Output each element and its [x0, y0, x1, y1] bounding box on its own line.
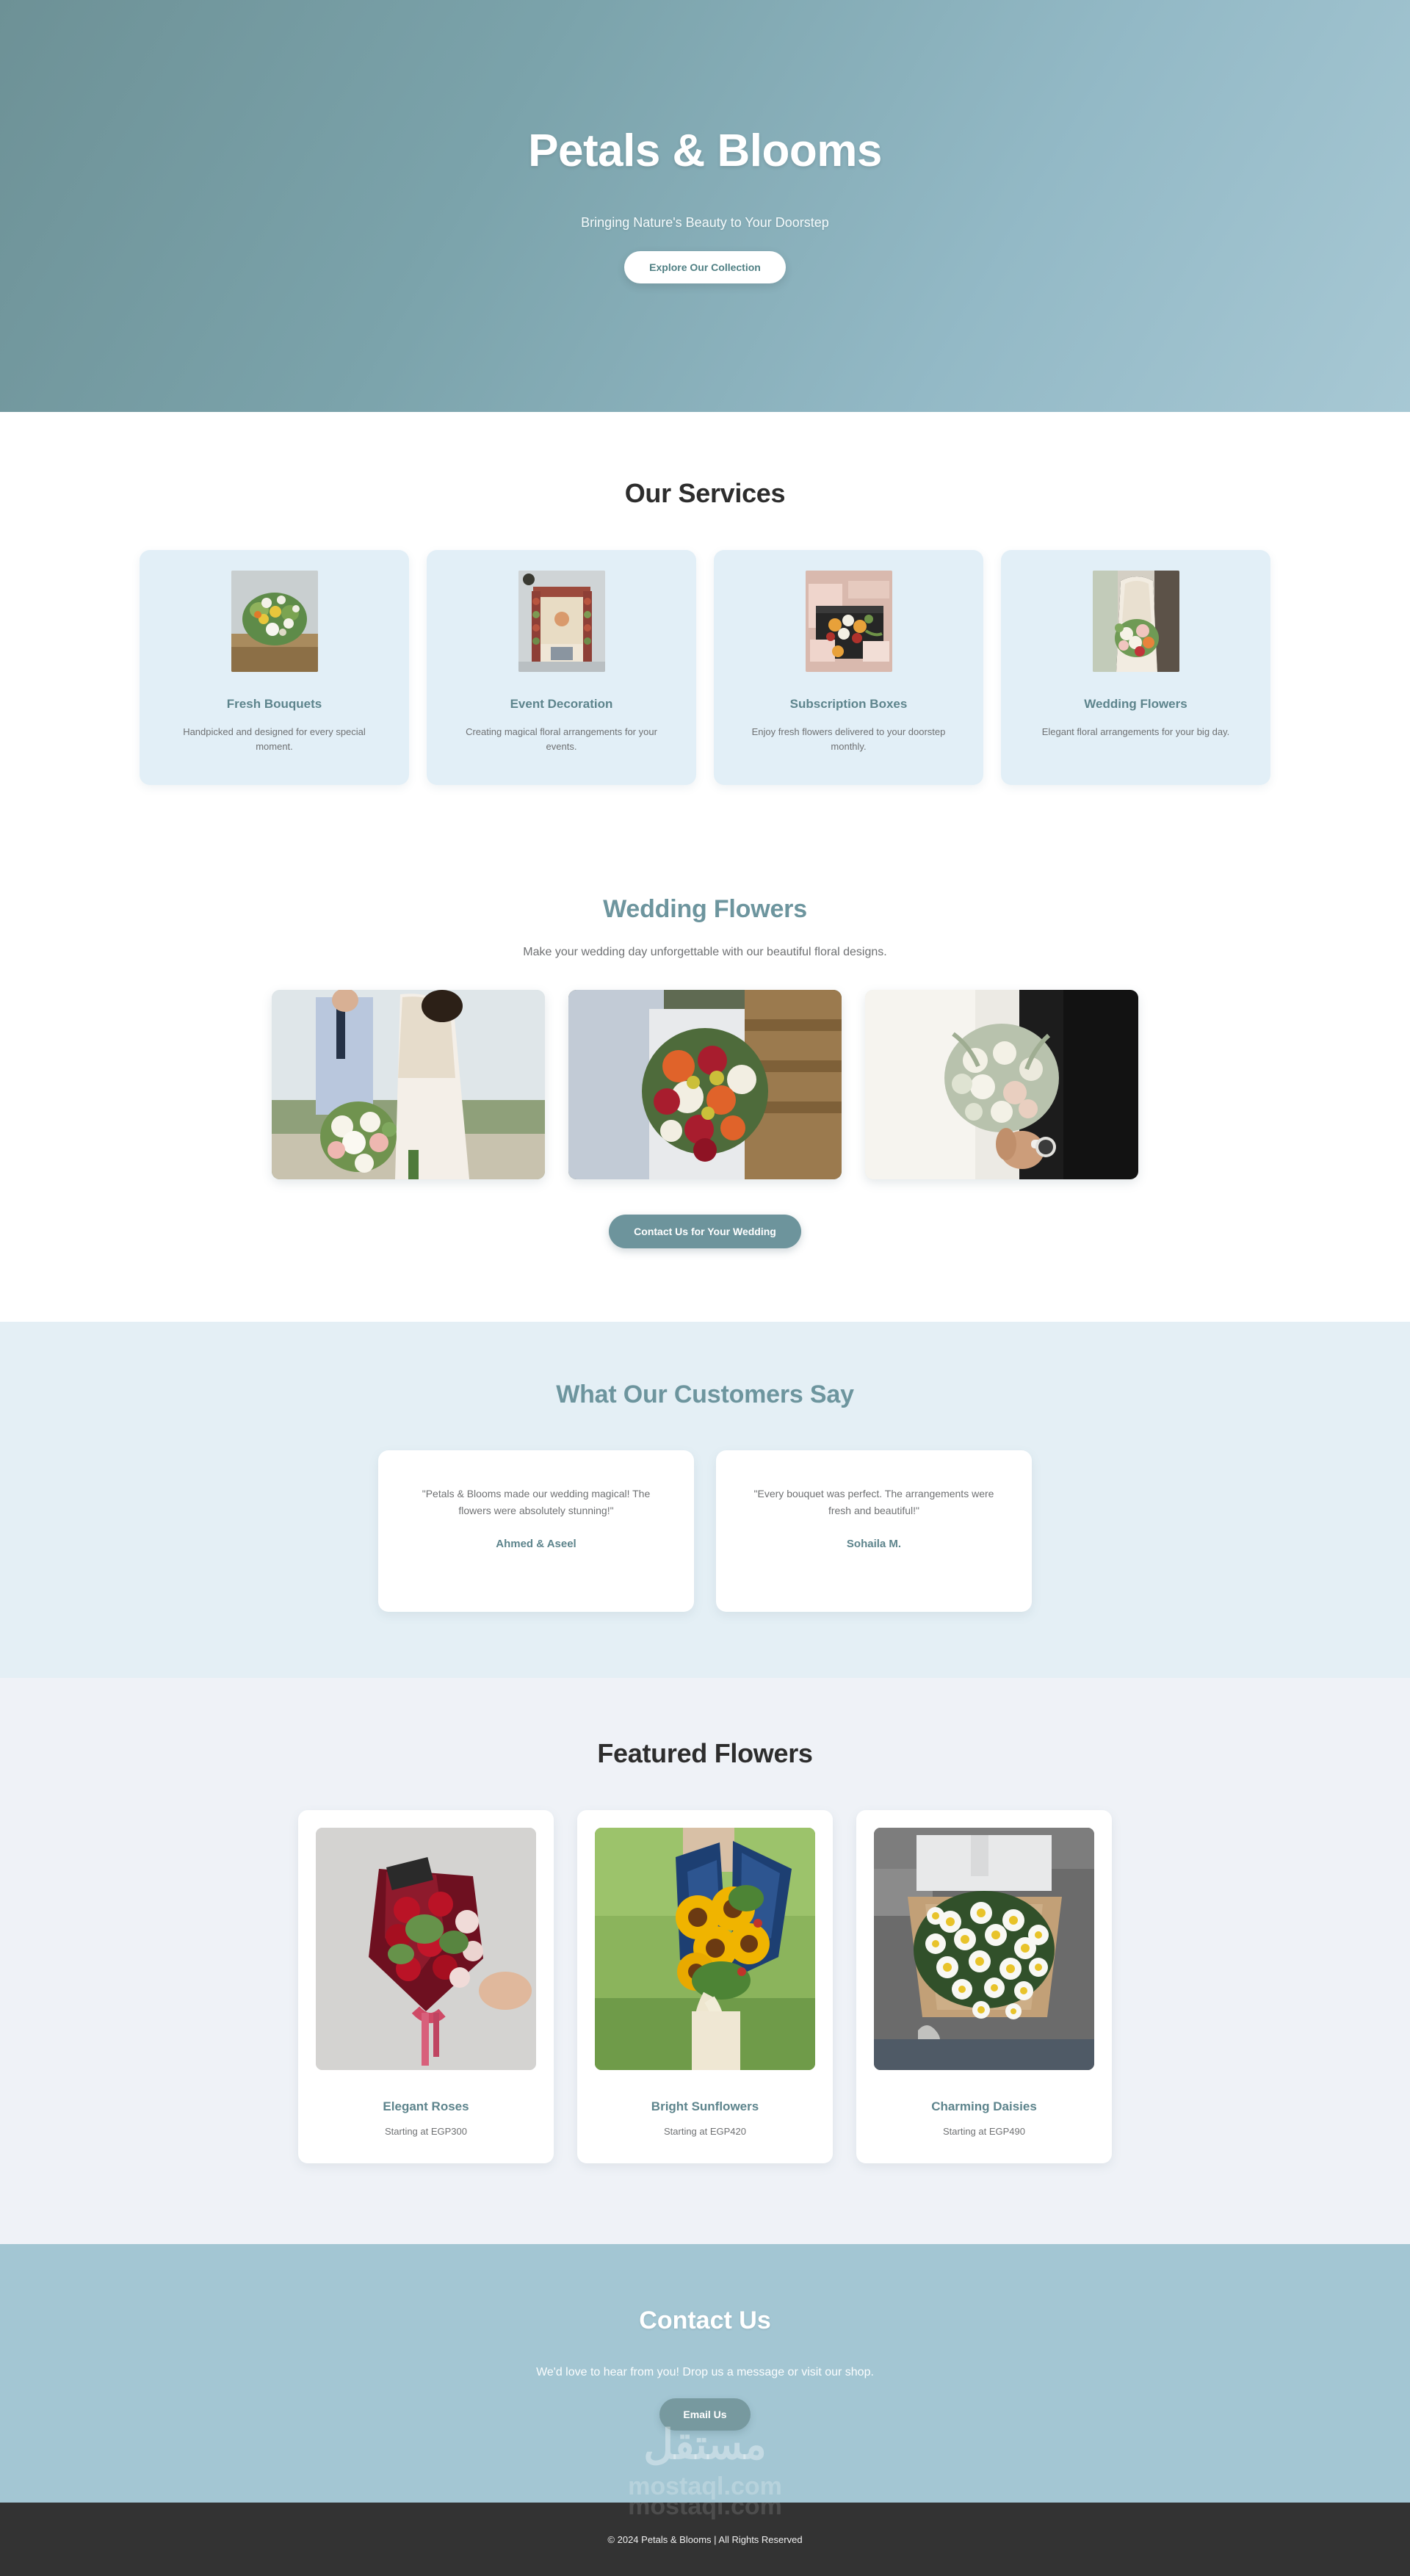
- services-section: Our Services Fresh Bouquets Handpicked a…: [0, 412, 1410, 873]
- services-grid: Fresh Bouquets Handpicked and designed f…: [140, 550, 1270, 785]
- wedding-gallery-image-2[interactable]: [568, 990, 842, 1179]
- featured-name: Elegant Roses: [383, 2099, 469, 2113]
- email-us-button[interactable]: Email Us: [659, 2398, 751, 2431]
- featured-name: Charming Daisies: [931, 2099, 1037, 2113]
- featured-grid: Elegant Roses Starting at EGP300 Bright …: [264, 1810, 1146, 2163]
- service-image-event-decoration: [518, 571, 605, 672]
- testimonials-section: What Our Customers Say "Petals & Blooms …: [0, 1322, 1410, 1678]
- service-name: Subscription Boxes: [789, 697, 908, 711]
- watermark-latin-text: mostaql.com: [628, 2472, 782, 2500]
- testimonial-quote: "Every bouquet was perfect. The arrangem…: [753, 1488, 994, 1516]
- featured-card-elegant-roses[interactable]: Elegant Roses Starting at EGP300: [298, 1810, 554, 2163]
- testimonial-quote: "Petals & Blooms made our wedding magica…: [422, 1488, 651, 1516]
- testimonial-author: Sohaila M.: [846, 1538, 902, 1551]
- services-heading: Our Services: [624, 478, 786, 508]
- wedding-section: Wedding Flowers Make your wedding day un…: [0, 873, 1410, 1322]
- service-card-fresh-bouquets[interactable]: Fresh Bouquets Handpicked and designed f…: [140, 550, 409, 785]
- service-image-fresh-bouquets: [231, 571, 318, 672]
- featured-image-bright-sunflowers: [595, 1828, 815, 2070]
- testimonial-card: "Petals & Blooms made our wedding magica…: [378, 1450, 694, 1612]
- contact-heading: Contact Us: [639, 2307, 771, 2334]
- wedding-subtitle: Make your wedding day unforgettable with…: [523, 946, 887, 958]
- featured-image-charming-daisies: [874, 1828, 1094, 2070]
- featured-price: Starting at EGP300: [384, 2126, 467, 2137]
- service-description: Enjoy fresh flowers delivered to your do…: [751, 726, 946, 753]
- featured-heading: Featured Flowers: [597, 1738, 813, 1768]
- service-name: Wedding Flowers: [1084, 697, 1187, 711]
- contact-section: Contact Us We'd love to hear from you! D…: [0, 2244, 1410, 2503]
- contact-wedding-button[interactable]: Contact Us for Your Wedding: [609, 1215, 801, 1248]
- service-description: Elegant floral arrangements for your big…: [1041, 726, 1230, 737]
- service-name: Event Decoration: [510, 697, 613, 711]
- featured-card-charming-daisies[interactable]: Charming Daisies Starting at EGP490: [856, 1810, 1112, 2163]
- service-image-subscription-boxes: [805, 571, 892, 672]
- wedding-heading: Wedding Flowers: [603, 895, 807, 923]
- featured-price: Starting at EGP490: [942, 2126, 1025, 2137]
- site-watermark: مستقل mostaql.com: [0, 2424, 1410, 2500]
- service-name: Fresh Bouquets: [226, 697, 322, 711]
- service-card-event-decoration[interactable]: Event Decoration Creating magical floral…: [427, 550, 696, 785]
- copyright-text: © 2024 Petals & Blooms | All Rights Rese…: [607, 2533, 803, 2545]
- service-description: Creating magical floral arrangements for…: [466, 726, 657, 753]
- contact-subtitle: We'd love to hear from you! Drop us a me…: [536, 2366, 874, 2378]
- service-image-wedding-flowers: [1092, 571, 1179, 672]
- wedding-gallery-image-3[interactable]: [865, 990, 1138, 1179]
- wedding-gallery: [272, 990, 1138, 1179]
- featured-section: Featured Flowers Elegant Roses Starting …: [0, 1678, 1410, 2244]
- service-card-wedding-flowers[interactable]: Wedding Flowers Elegant floral arrangeme…: [1001, 550, 1270, 785]
- service-card-subscription-boxes[interactable]: Subscription Boxes Enjoy fresh flowers d…: [714, 550, 983, 785]
- featured-image-elegant-roses: [316, 1828, 536, 2070]
- hero-section: Petals & Blooms Bringing Nature's Beauty…: [0, 0, 1410, 412]
- featured-price: Starting at EGP420: [663, 2126, 746, 2137]
- page-title: Petals & Blooms: [528, 126, 882, 176]
- featured-card-bright-sunflowers[interactable]: Bright Sunflowers Starting at EGP420: [577, 1810, 833, 2163]
- testimonial-card: "Every bouquet was perfect. The arrangem…: [716, 1450, 1032, 1612]
- testimonials-heading: What Our Customers Say: [556, 1381, 854, 1408]
- page-footer: mostaql.com © 2024 Petals & Blooms | All…: [0, 2503, 1410, 2576]
- service-description: Handpicked and designed for every specia…: [183, 726, 366, 753]
- watermark-latin-text-footer: mostaql.com: [628, 2503, 782, 2520]
- testimonial-author: Ahmed & Aseel: [496, 1538, 576, 1551]
- hero-subtitle: Bringing Nature's Beauty to Your Doorste…: [581, 215, 829, 230]
- testimonials-grid: "Petals & Blooms made our wedding magica…: [375, 1450, 1035, 1612]
- wedding-gallery-image-1[interactable]: [272, 990, 545, 1179]
- featured-name: Bright Sunflowers: [651, 2099, 759, 2113]
- explore-collection-button[interactable]: Explore Our Collection: [624, 251, 786, 283]
